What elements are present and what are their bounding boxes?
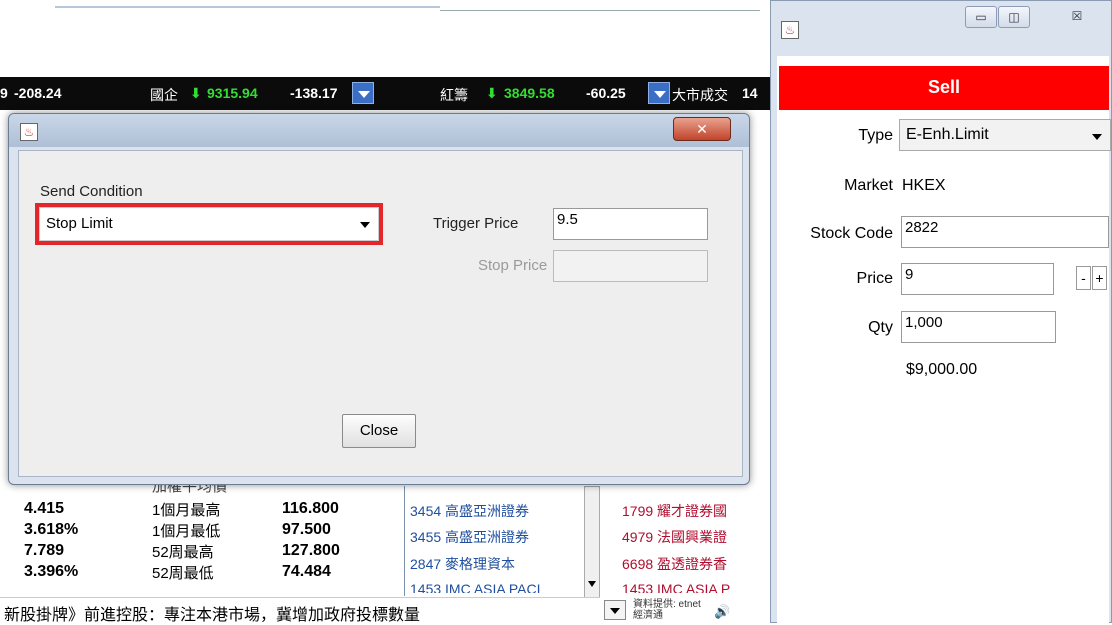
news-headline[interactable]: 新股掛牌》前進控股：專注本港市場，冀增加政府投標數量: [4, 601, 420, 625]
background-divider: [440, 10, 760, 11]
order-type-select[interactable]: E-Enh.Limit: [899, 119, 1111, 151]
send-condition-value: Stop Limit: [46, 215, 113, 232]
stat-label: 52周最高: [152, 544, 214, 561]
broker-item[interactable]: 2847 麥格理資本: [410, 554, 515, 574]
broker-item[interactable]: 6698 盈透證券香: [622, 554, 767, 574]
market-ticker: 9 -208.24 國企 ⬇ 9315.94 -138.17 紅籌 ⬇ 3849…: [0, 77, 770, 110]
market-label: Market: [844, 177, 893, 194]
ticker-lead-digit: 9: [0, 85, 8, 101]
broker-item[interactable]: 4979 法國興業證: [622, 527, 767, 547]
broker-divider: [404, 486, 405, 596]
chevron-down-icon: [610, 608, 620, 614]
broker-item[interactable]: 1453 IMC ASIA P: [622, 581, 767, 593]
down-arrow-icon: ⬇: [190, 85, 202, 101]
news-ticker[interactable]: 新股掛牌》前進控股：專注本港市場，冀增加政府投標數量: [0, 597, 600, 625]
send-condition-dialog: ♨ ✕ Send Condition Stop Limit Trigger Pr…: [8, 113, 750, 485]
dialog-close-icon[interactable]: ✕: [673, 117, 731, 141]
scroll-down-icon[interactable]: [588, 581, 596, 587]
ticker-change-redchip: -60.25: [586, 85, 626, 101]
qty-label: Qty: [868, 319, 893, 336]
dialog-title-bar[interactable]: ♨ ✕: [9, 114, 749, 147]
market-value: HKEX: [902, 177, 946, 194]
trigger-price-label: Trigger Price: [433, 215, 519, 232]
minimize-icon[interactable]: ▭: [965, 6, 997, 28]
close-icon[interactable]: ☒: [1061, 6, 1093, 28]
down-arrow-icon: ⬇: [486, 85, 498, 101]
broker-item[interactable]: 3455 高盛亞洲證券: [410, 527, 529, 547]
stat-label: 1個月最低: [152, 523, 221, 540]
trigger-price-input[interactable]: 9.5: [553, 208, 708, 240]
chevron-down-icon: [360, 222, 370, 228]
ticker-value-turnover: 14: [742, 85, 758, 101]
stat-value: 116.800: [282, 500, 339, 517]
broker-scrollbar[interactable]: [584, 486, 600, 598]
broker-item[interactable]: 1799 耀才證券國: [622, 501, 767, 521]
ticker-value-redchip: 3849.58: [504, 85, 555, 101]
stat-label: 1個月最高: [152, 502, 221, 519]
background-tab-strip: [55, 6, 440, 8]
ticker-change-hscei: -138.17: [290, 85, 338, 101]
broker-item[interactable]: 3454 高盛亞洲證券: [410, 501, 529, 521]
price-input[interactable]: 9: [901, 263, 1054, 295]
sell-order-window: ♨ ▭ ◫ ☒ Sell Type E-Enh.Limit Market HKE…: [770, 0, 1112, 624]
stock-code-input[interactable]: 2822: [901, 216, 1109, 248]
data-source-label: 資料提供: etnet 經濟通: [633, 599, 701, 621]
stat-value: 3.618%: [24, 521, 79, 538]
chevron-down-icon: [1092, 134, 1102, 140]
stat-value: 4.415: [24, 500, 65, 517]
java-icon: ♨: [781, 21, 799, 39]
stat-value: 97.500: [282, 521, 331, 538]
price-label: Price: [856, 270, 893, 287]
sell-banner: Sell: [779, 66, 1109, 110]
speaker-icon[interactable]: 🔊: [714, 604, 730, 619]
stat-value: 74.484: [282, 563, 331, 580]
stock-code-label: Stock Code: [810, 225, 893, 242]
dialog-content: Send Condition Stop Limit Trigger Price …: [18, 150, 743, 477]
ticker-dropdown-button[interactable]: [648, 82, 670, 104]
stat-value: 3.396%: [24, 563, 79, 580]
price-decrement-button[interactable]: -: [1076, 266, 1091, 290]
order-amount: $9,000.00: [906, 361, 978, 378]
send-condition-label: Send Condition: [40, 183, 143, 200]
stat-label: 52周最低: [152, 565, 214, 582]
java-icon: ♨: [20, 123, 38, 141]
broker-item[interactable]: 1453 IMC ASIA PACI: [410, 581, 540, 593]
sell-window-title-bar[interactable]: ♨ ▭ ◫ ☒: [771, 1, 1111, 55]
stat-value: 127.800: [282, 542, 340, 559]
stat-value: 7.789: [24, 542, 65, 559]
ticker-label-redchip: 紅籌: [440, 87, 468, 103]
order-type-value: E-Enh.Limit: [906, 126, 989, 143]
stop-price-label: Stop Price: [478, 257, 548, 274]
type-label: Type: [858, 127, 893, 144]
qty-input[interactable]: 1,000: [901, 311, 1056, 343]
ticker-dropdown-button[interactable]: [352, 82, 374, 104]
restore-icon[interactable]: ◫: [998, 6, 1030, 28]
close-button[interactable]: Close: [342, 414, 416, 448]
ticker-label-turnover: 大市成交: [672, 87, 728, 103]
price-increment-button[interactable]: +: [1092, 266, 1107, 290]
news-dropdown-button[interactable]: [604, 600, 626, 620]
ticker-change-1: -208.24: [14, 85, 62, 101]
send-condition-select[interactable]: Stop Limit: [39, 207, 379, 241]
ticker-value-hscei: 9315.94: [207, 85, 258, 101]
ticker-label-hscei: 國企: [150, 87, 178, 103]
stop-price-input[interactable]: [553, 250, 708, 282]
